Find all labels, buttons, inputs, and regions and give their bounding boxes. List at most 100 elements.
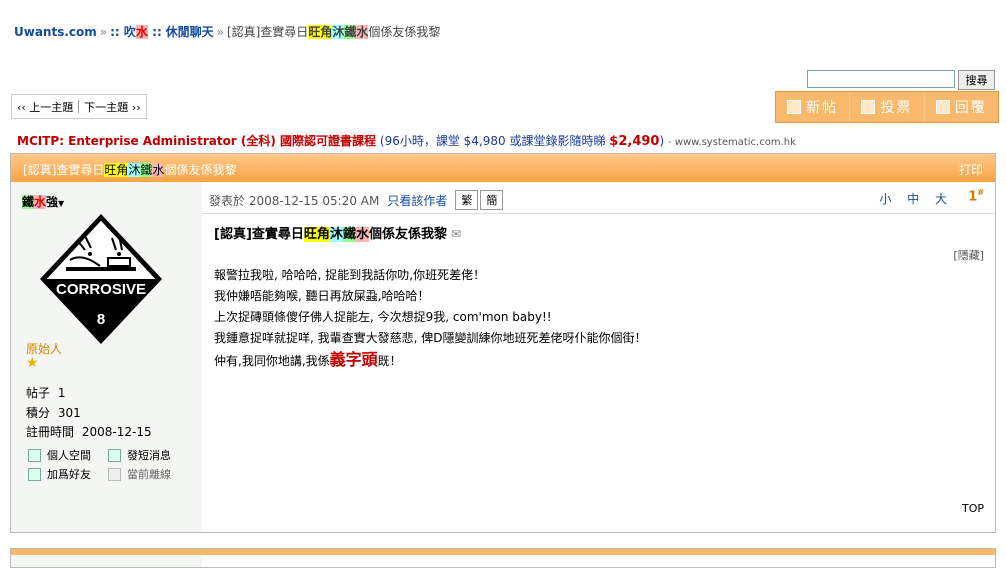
thread-suffix: 個係友係我黎 — [368, 25, 441, 39]
search-button[interactable]: 搜尋 — [958, 70, 995, 90]
mail-icon: ✉ — [450, 227, 462, 241]
author-column: 鐵水強▼ CORROSIVE 8 原始人 ★ 帖子 1 積分 301 註冊時間 … — [11, 182, 202, 532]
breadcrumb-current-thread: [認真]查實尋日旺角沐鐵水個係友係我黎 — [227, 25, 440, 39]
forum-name-a: 吹 — [123, 25, 136, 39]
body-line-5: 仲有,我同你地講,我係義字頭既！ — [214, 349, 647, 372]
status-label: 當前離線 — [127, 468, 171, 481]
thread-char-3: 沐 — [332, 25, 345, 39]
add-friend-icon — [28, 467, 41, 481]
poll-icon — [861, 100, 876, 114]
stat-posts: 帖子 1 — [26, 384, 65, 401]
title-char-5: 水 — [355, 227, 369, 242]
author-only-link[interactable]: 只看該作者 — [387, 192, 447, 209]
breadcrumb-separator: » — [99, 25, 108, 39]
body-line-4: 我鍾意捉咩就捉咩, 我輩查實大發慈悲, 俾D隱變訓練你地班死差佬呀仆能你個街！ — [214, 331, 647, 345]
stat-points: 積分 301 — [26, 404, 81, 421]
floor-value: 1 — [968, 189, 978, 205]
print-link[interactable]: 打印 — [959, 161, 983, 178]
next-thread-link[interactable]: 下一主題 ›› — [79, 99, 145, 115]
forum-prefix: :: — [110, 25, 120, 39]
thread-char-2: 角 — [320, 25, 333, 39]
ad-detail: (96小時，課堂 $4,980 或課堂錄影隨時睇 — [379, 134, 606, 148]
profile-icon — [28, 448, 41, 462]
new-thread-button[interactable]: 新帖 — [776, 92, 851, 122]
offline-user-icon — [108, 467, 121, 481]
add-friend-link[interactable]: 加爲好友 — [28, 466, 91, 482]
reply-button[interactable]: 回覆 — [925, 92, 998, 122]
stat-registered: 註冊時間 2008-12-15 — [26, 423, 152, 440]
poll-button[interactable]: 投票 — [850, 92, 925, 122]
breadcrumb-separator-2: » — [216, 25, 224, 39]
header-char-5: 水 — [152, 163, 165, 177]
reg-date-value: 2008-12-15 — [81, 425, 152, 439]
post-title: [認真]查實尋日旺角沐鐵水個係友係我黎 ✉ — [214, 223, 461, 242]
thread-prefix: [認真]查實尋日 — [226, 25, 309, 39]
breadcrumb-site-link[interactable]: Uwants.com — [14, 25, 97, 39]
header-char-1: 旺 — [104, 163, 117, 177]
meta-divider — [202, 213, 995, 214]
author-name[interactable]: 鐵水強▼ — [22, 193, 64, 210]
floor-sup: # — [977, 188, 984, 197]
forum-name-b: 水 — [135, 25, 148, 39]
reply-label: 回覆 — [954, 100, 987, 116]
add-friend-label: 加爲好友 — [47, 468, 91, 481]
line5-emphasis: 義字頭 — [329, 350, 378, 369]
points-label: 積分 — [26, 406, 51, 420]
body-line-3: 上次捉磚頭條傻仔佛人捉能左, 今次想捉9我, com'mon baby!! — [214, 310, 552, 324]
prev-thread-link[interactable]: ‹‹ 上一主題 — [12, 99, 78, 115]
header-title-suffix: 個係友係我黎 — [164, 163, 237, 177]
thread-nav: ‹‹ 上一主題 下一主題 ›› — [11, 94, 147, 119]
thread-char-4: 鐵 — [344, 25, 357, 39]
ad-banner[interactable]: MCITP: Enterprise Administrator (全科) 國際認… — [17, 132, 796, 149]
avatar[interactable]: CORROSIVE 8 — [22, 212, 200, 347]
author-char-a: 鐵 — [22, 195, 35, 209]
new-thread-label: 新帖 — [806, 100, 839, 116]
title-char-2: 角 — [316, 227, 330, 242]
search-input[interactable] — [807, 70, 955, 88]
post-header: [認真]查實尋日旺角沐鐵水個係友係我黎 打印 — [11, 154, 995, 182]
post-date: 發表於 2008-12-15 05:20 AM — [209, 193, 380, 208]
message-label: 發短消息 — [127, 449, 171, 462]
hide-link[interactable]: [隱藏] — [953, 247, 984, 263]
post-main: 發表於 2008-12-15 05:20 AM 只看該作者 繁簡 小 中 大 1… — [202, 182, 995, 532]
post-box: [認真]查實尋日旺角沐鐵水個係友係我黎 打印 鐵水強▼ CORROSIVE 8 … — [10, 153, 996, 533]
title-char-4: 鐵 — [342, 227, 356, 242]
reply-icon — [935, 100, 950, 114]
line5-prefix: 仲有,我同你地講,我係 — [214, 354, 330, 368]
post-title-prefix: [認真]查實尋日 — [214, 227, 304, 242]
floor-number: 1# — [968, 188, 984, 204]
star-icon: ★ — [26, 355, 39, 371]
breadcrumb-subforum-link[interactable]: 休閒聊天 — [166, 25, 214, 39]
new-thread-icon — [787, 100, 802, 114]
simplified-button[interactable]: 簡 — [480, 190, 504, 210]
avatar-label: CORROSIVE — [56, 281, 146, 298]
thread-char-1: 旺 — [308, 25, 321, 39]
body-line-1: 報警拉我啦, 哈哈哈, 捉能到我話你叻,你班死差佬！ — [214, 268, 486, 282]
ad-url: - www.systematic.com.hk — [667, 137, 796, 148]
profile-link[interactable]: 個人空間 — [28, 447, 91, 463]
header-title-prefix: [認真]查實尋日 — [23, 163, 105, 177]
profile-label: 個人空間 — [47, 449, 91, 462]
breadcrumb-forum-link[interactable]: :: 吹水 :: — [110, 25, 162, 39]
author-char-b: 水 — [34, 195, 47, 209]
post-title-suffix: 個係友係我黎 — [368, 227, 447, 242]
forum-suffix: :: — [152, 25, 162, 39]
post-header-title: [認真]查實尋日旺角沐鐵水個係友係我黎 — [23, 161, 236, 178]
next-post-box — [10, 548, 996, 568]
send-message-link[interactable]: 發短消息 — [108, 447, 171, 463]
breadcrumb: Uwants.com»:: 吹水 :: 休閒聊天» [認真]查實尋日旺角沐鐵水個係… — [14, 23, 440, 40]
traditional-button[interactable]: 繁 — [455, 190, 479, 210]
thread-char-5: 水 — [356, 25, 369, 39]
ad-title: MCITP: Enterprise Administrator (全科) 國際認… — [17, 134, 377, 148]
back-to-top-link[interactable]: TOP — [962, 502, 984, 515]
line5-suffix: 既！ — [377, 354, 402, 368]
ad-price: $2,490 — [609, 134, 660, 149]
header-char-3: 沐 — [128, 163, 141, 177]
font-size-switcher[interactable]: 小 中 大 — [879, 190, 953, 207]
body-line-2: 我仲嫌唔能夠喉, 聽日再放屎蝨,哈哈哈！ — [214, 289, 430, 303]
post-meta: 發表於 2008-12-15 05:20 AM 只看該作者 繁簡 — [209, 190, 504, 210]
online-status: 當前離線 — [108, 466, 171, 482]
poll-label: 投票 — [880, 100, 913, 116]
message-icon — [108, 448, 121, 462]
ad-close-paren: ) — [659, 134, 665, 148]
